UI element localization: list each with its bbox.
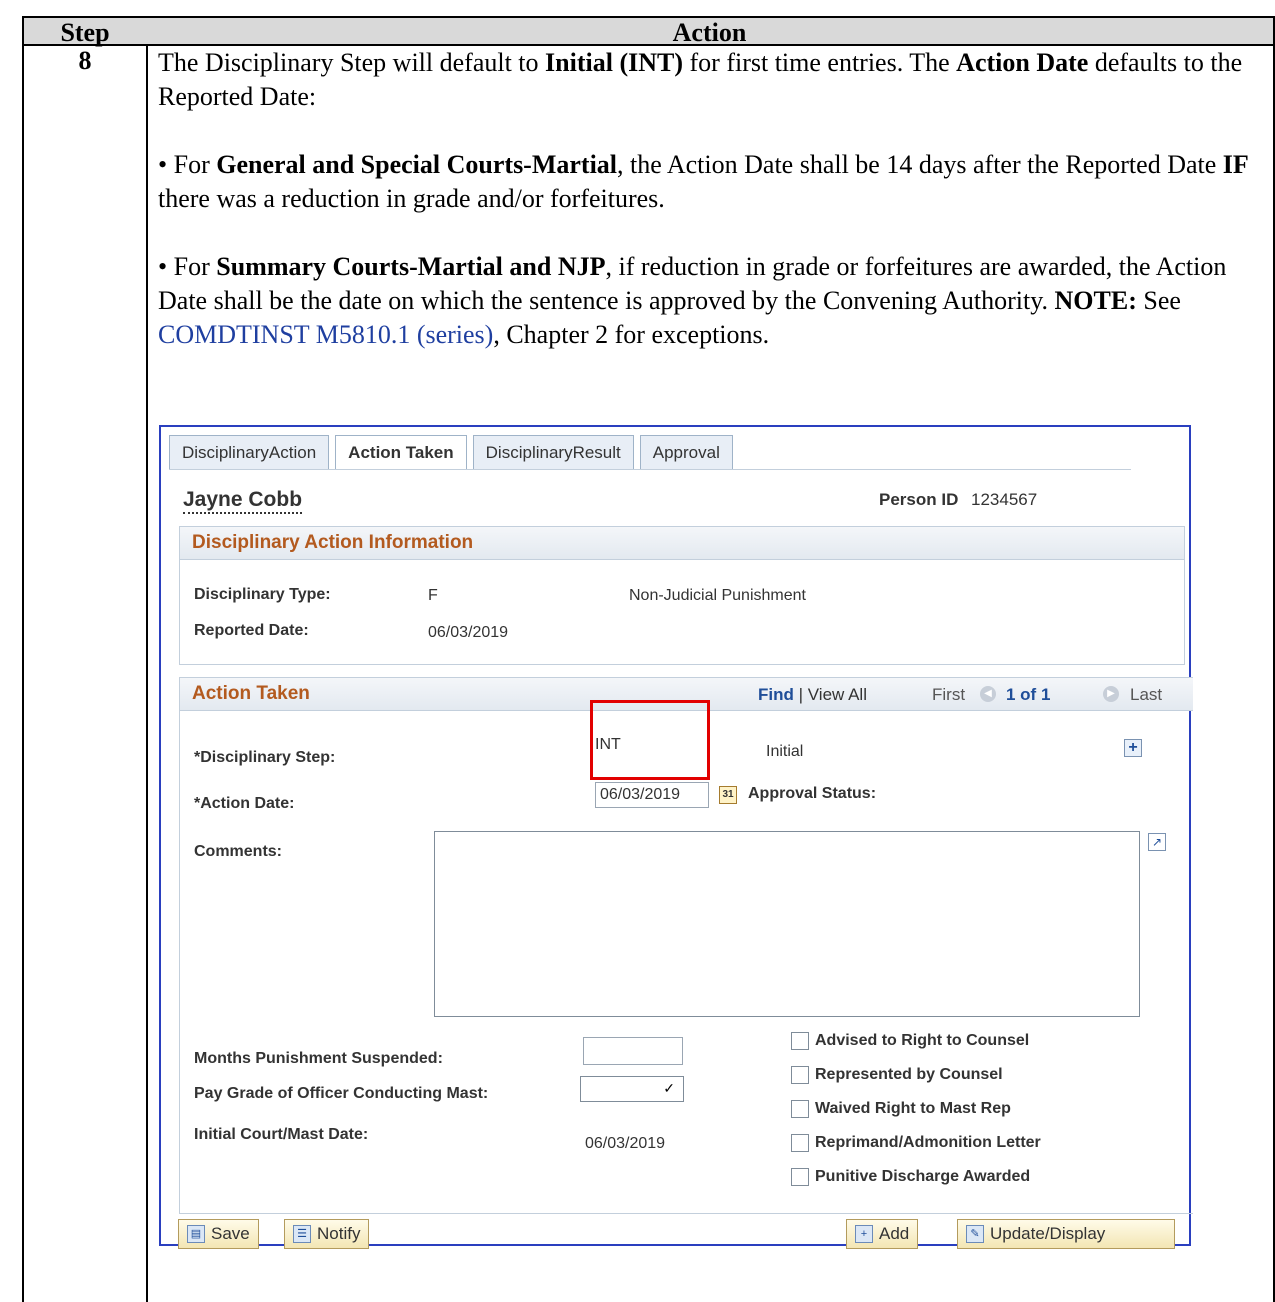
months-suspended-label: Months Punishment Suspended: <box>194 1050 443 1067</box>
b1-text-1: For <box>173 150 217 179</box>
b1-bold-2: IF <box>1222 150 1249 179</box>
checkbox-box[interactable] <box>791 1100 809 1118</box>
checkbox-label: Advised to Right to Counsel <box>815 1032 1030 1049</box>
b2-text-1: For <box>173 252 217 281</box>
b1-bold-1: General and Special Courts-Martial <box>216 150 618 179</box>
highlight-box <box>590 700 710 780</box>
row-count: 1 of 1 <box>1006 685 1051 704</box>
action-text: The Disciplinary Step will default to In… <box>158 46 1266 352</box>
update-icon: ✎ <box>966 1225 984 1243</box>
b2-text-4: , Chapter 2 for exceptions. <box>493 320 770 349</box>
disciplinary-type-code: F <box>428 587 438 604</box>
update-label: Update/Display <box>990 1224 1106 1243</box>
b1-text-2: , the Action Date shall be 14 days after… <box>617 150 1223 179</box>
header-action: Action <box>146 16 1275 47</box>
next-icon[interactable]: ▶ <box>1103 686 1119 702</box>
tab-action-taken[interactable]: Action Taken <box>335 435 467 470</box>
initial-court-date-label: Initial Court/Mast Date: <box>194 1126 369 1143</box>
comdtinst-link[interactable]: COMDTINST M5810.1 (series) <box>158 320 493 349</box>
info-section: Disciplinary Action Information Discipli… <box>179 526 1185 665</box>
last-link[interactable]: Last <box>1130 685 1162 705</box>
person-id-label: Person ID <box>879 490 959 509</box>
pay-grade-select[interactable]: ✓ <box>580 1076 684 1102</box>
disciplinary-type-desc: Non-Judicial Punishment <box>629 587 806 604</box>
checkbox-label: Represented by Counsel <box>815 1066 1003 1083</box>
b2-bold-1: Summary Courts-Martial and NJP <box>216 252 606 281</box>
find-link[interactable]: Find <box>758 685 794 704</box>
first-link[interactable]: First <box>932 685 965 705</box>
disciplinary-type-label: Disciplinary Type: <box>194 586 331 603</box>
save-button[interactable]: ▤ Save <box>178 1219 259 1249</box>
add-label: Add <box>879 1224 910 1243</box>
bullet-summary-njp: • For Summary Courts-Martial and NJP, if… <box>158 252 1227 349</box>
ui-screenshot: DisciplinaryAction Action Taken Discipli… <box>159 425 1193 1249</box>
intro-text-2: for first time entries. The <box>683 48 957 77</box>
expand-icon[interactable]: ↗ <box>1148 833 1166 851</box>
tab-disciplinary-action[interactable]: DisciplinaryAction <box>169 435 330 470</box>
save-label: Save <box>211 1224 250 1243</box>
checkbox-label: Waived Right to Mast Rep <box>815 1100 1011 1117</box>
checkbox-box[interactable] <box>791 1066 809 1084</box>
view-all-link[interactable]: View All <box>808 685 867 704</box>
notify-icon: ☰ <box>293 1225 311 1243</box>
comments-textarea[interactable] <box>434 831 1140 1017</box>
tab-approval[interactable]: Approval <box>639 435 733 470</box>
checkbox-punitive-discharge[interactable]: Punitive Discharge Awarded <box>791 1168 1030 1186</box>
step-column: 8 <box>22 46 148 1302</box>
checkbox-represented-counsel[interactable]: Represented by Counsel <box>791 1066 1003 1084</box>
notify-label: Notify <box>317 1224 361 1243</box>
b1-text-3: there was a reduction in grade and/or fo… <box>158 184 665 213</box>
intro-paragraph: The Disciplinary Step will default to In… <box>158 46 1266 114</box>
checkbox-advised-counsel[interactable]: Advised to Right to Counsel <box>791 1032 1029 1050</box>
pay-grade-label: Pay Grade of Officer Conducting Mast: <box>194 1085 489 1102</box>
checkbox-label: Punitive Discharge Awarded <box>815 1168 1031 1185</box>
chevron-down-icon: ✓ <box>663 1080 675 1096</box>
info-section-title: Disciplinary Action Information <box>192 532 474 553</box>
add-icon: + <box>855 1225 873 1243</box>
notify-button[interactable]: ☰ Notify <box>284 1219 370 1249</box>
calendar-icon[interactable]: 31 <box>719 786 737 804</box>
save-icon: ▤ <box>187 1225 205 1243</box>
intro-text-1: The Disciplinary Step will default to <box>158 48 546 77</box>
b2-bold-2: NOTE: <box>1054 286 1137 315</box>
checkbox-box[interactable] <box>791 1168 809 1186</box>
tab-disciplinary-result[interactable]: DisciplinaryResult <box>472 435 634 470</box>
person-name: Jayne Cobb <box>183 488 303 514</box>
reported-date-value: 06/03/2019 <box>428 624 509 641</box>
plus-icon[interactable]: + <box>1124 739 1142 757</box>
tab-bar: DisciplinaryAction Action Taken Discipli… <box>169 435 739 471</box>
info-section-header: Disciplinary Action Information <box>180 527 1184 560</box>
tab-divider <box>169 469 1131 470</box>
checkbox-label: Reprimand/Admonition Letter <box>815 1134 1041 1151</box>
intro-bold-1: Initial (INT) <box>545 48 683 77</box>
add-button[interactable]: + Add <box>846 1219 919 1249</box>
update-display-button[interactable]: ✎ Update/Display <box>957 1219 1175 1249</box>
nav-separator: | <box>793 685 808 704</box>
bullet-courts-martial: • For General and Special Courts-Martial… <box>158 150 1249 213</box>
find-view-all: Find | View All <box>758 685 867 705</box>
action-date-label: *Action Date: <box>194 795 295 812</box>
checkbox-reprimand-letter[interactable]: Reprimand/Admonition Letter <box>791 1134 1041 1152</box>
months-suspended-input[interactable] <box>583 1037 683 1065</box>
disciplinary-step-desc: Initial <box>766 743 804 760</box>
b2-text-3: See <box>1136 286 1181 315</box>
comments-label: Comments: <box>194 843 283 860</box>
header-step: Step <box>22 16 148 47</box>
reported-date-label: Reported Date: <box>194 622 309 639</box>
person-id-value: 1234567 <box>971 490 1038 509</box>
checkbox-waived-mast-rep[interactable]: Waived Right to Mast Rep <box>791 1100 1011 1118</box>
previous-icon[interactable]: ◀ <box>980 686 996 702</box>
disciplinary-step-label: *Disciplinary Step: <box>194 749 336 766</box>
step-number: 8 <box>78 46 92 75</box>
action-date-input[interactable]: 06/03/2019 <box>595 782 709 808</box>
initial-court-date-value: 06/03/2019 <box>585 1135 666 1152</box>
checkbox-box[interactable] <box>791 1134 809 1152</box>
intro-bold-2: Action Date <box>956 48 1089 77</box>
approval-status-label: Approval Status: <box>748 785 877 802</box>
action-section-title: Action Taken <box>192 683 310 704</box>
checkbox-box[interactable] <box>791 1032 809 1050</box>
